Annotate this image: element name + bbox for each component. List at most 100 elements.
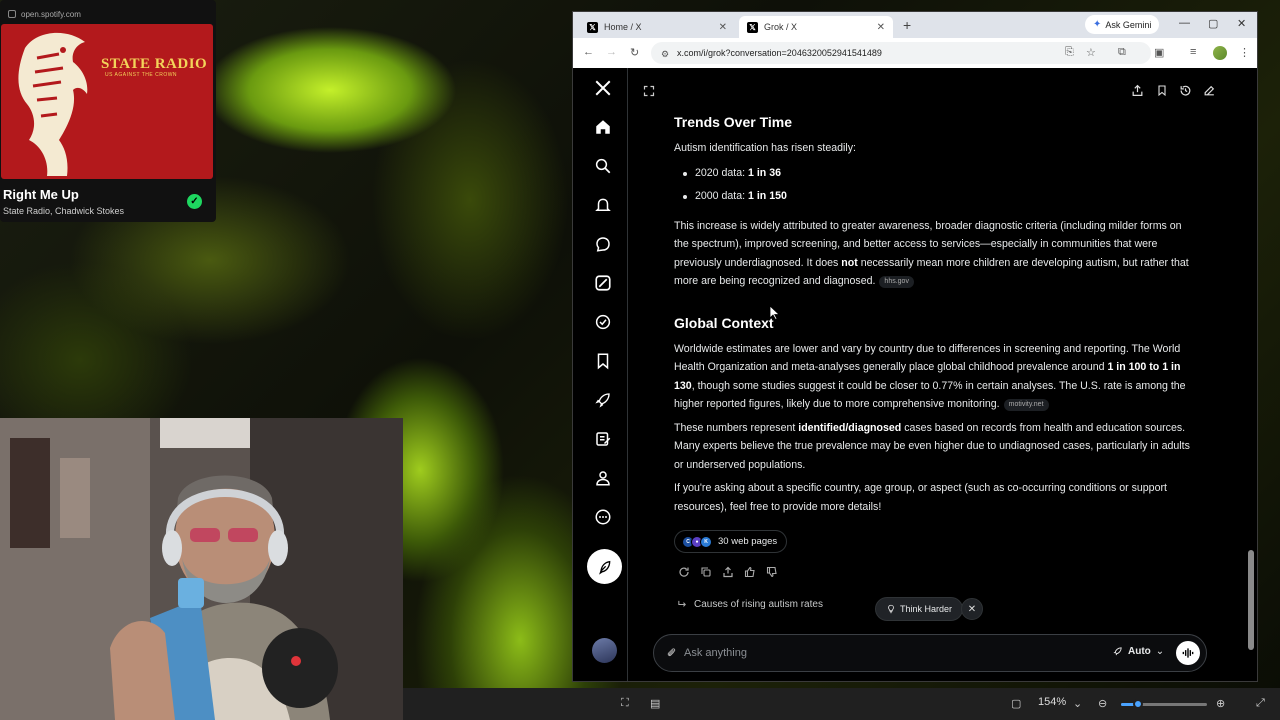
scrollbar-thumb[interactable] <box>1248 550 1254 650</box>
copy-icon[interactable] <box>699 565 712 578</box>
ask-input[interactable] <box>684 644 1064 662</box>
bullet-label: 2000 data: <box>695 190 749 202</box>
x-logo-icon[interactable] <box>591 76 615 100</box>
close-window-button[interactable]: ✕ <box>1237 17 1246 30</box>
share-icon[interactable] <box>721 565 734 578</box>
site-settings-icon[interactable]: ⚙ <box>661 49 669 60</box>
profile-avatar[interactable] <box>1213 46 1227 60</box>
horse-illustration <box>18 32 88 176</box>
thumbs-down-icon[interactable] <box>765 565 778 578</box>
site-info-icon <box>8 10 16 18</box>
checkmark-icon[interactable]: ✓ <box>187 194 202 209</box>
feather-icon <box>598 560 610 575</box>
zoom-level[interactable]: 154% <box>1038 696 1066 708</box>
bullet-label: 2020 data: <box>695 166 749 179</box>
rocket-icon <box>1113 647 1122 656</box>
bookmark-star-icon[interactable]: ☆ <box>1086 46 1096 59</box>
section-heading: Global Context <box>674 314 774 331</box>
reload-icon[interactable]: ↻ <box>630 46 639 59</box>
follow-up-arrow-icon <box>678 600 686 607</box>
more-icon[interactable] <box>591 505 615 529</box>
rocket-icon[interactable] <box>591 388 615 412</box>
bullet-value: 1 in 36 <box>748 166 781 179</box>
paragraph: These numbers represent identified/diagn… <box>674 419 1194 475</box>
forward-arrow-icon[interactable]: → <box>606 46 617 58</box>
bookmark-icon[interactable] <box>1156 84 1168 102</box>
new-chat-icon[interactable] <box>1203 84 1216 102</box>
paragraph: If you're asking about a specific countr… <box>674 482 1167 513</box>
close-icon[interactable]: ✕ <box>961 598 983 620</box>
mode-label: Auto <box>1128 646 1151 657</box>
mode-selector[interactable]: Auto ⌄ <box>1112 646 1164 657</box>
thumbs-up-icon[interactable] <box>743 565 756 578</box>
spotify-url-row: open.spotify.com <box>0 0 216 22</box>
chevron-down-icon[interactable]: ⌄ <box>1073 697 1082 710</box>
tab-label: Home / X <box>604 22 642 32</box>
avatar[interactable] <box>592 638 617 663</box>
sidebar-icon[interactable]: ▣ <box>1154 46 1164 59</box>
zoom-in-icon[interactable]: ⊕ <box>1216 697 1225 710</box>
citation-chip[interactable]: hhs.gov <box>879 276 914 288</box>
reading-list-icon[interactable]: ≡ <box>1190 46 1196 58</box>
new-tab-button[interactable]: + <box>903 17 911 33</box>
album-art[interactable]: STATE RADIO US AGAINST THE CROWN <box>1 24 213 179</box>
messages-icon[interactable] <box>591 232 615 256</box>
spotify-miniplayer: open.spotify.com STATE RADIO US AGAINST … <box>0 0 216 222</box>
minimize-button[interactable]: — <box>1179 17 1190 29</box>
sources-label: 30 web pages <box>718 536 778 547</box>
history-icon[interactable] <box>1179 84 1192 102</box>
ask-gemini-button[interactable]: ✦ Ask Gemini <box>1085 15 1160 34</box>
url-field[interactable]: x.com/i/grok?conversation=20463200529415… <box>651 42 1151 64</box>
close-icon[interactable]: ✕ <box>719 22 727 33</box>
scrollbar[interactable] <box>1248 70 1254 680</box>
suggested-followup[interactable]: Causes of rising autism rates <box>677 599 823 610</box>
expand-icon[interactable] <box>643 84 655 102</box>
tab-label: Grok / X <box>764 22 798 32</box>
install-app-icon[interactable]: ⎘ <box>1065 46 1074 59</box>
zoom-slider-knob[interactable] <box>1133 699 1144 709</box>
profile-icon[interactable] <box>591 466 615 490</box>
communities-icon[interactable] <box>591 310 615 334</box>
grok-icon[interactable] <box>591 271 615 295</box>
maximize-button[interactable]: ▢ <box>1208 17 1218 30</box>
bookmarks-icon[interactable] <box>591 349 615 373</box>
chevron-down-icon: ⌄ <box>1155 646 1165 657</box>
paragraph: This increase is widely attributed to gr… <box>674 217 1194 291</box>
text-run: These numbers represent <box>674 421 799 434</box>
articles-icon[interactable] <box>591 427 615 451</box>
compose-post-button[interactable] <box>587 549 622 584</box>
tab-strip: 𝕏 Home / X ✕ 𝕏 Grok / X ✕ + ✦ Ask Gemini… <box>573 12 1257 38</box>
citation-chip[interactable]: motivity.net <box>1003 399 1049 411</box>
close-icon[interactable]: ✕ <box>877 22 885 33</box>
zoom-slider[interactable] <box>1121 699 1207 709</box>
tab-home-x[interactable]: 𝕏 Home / X ✕ <box>579 16 735 38</box>
home-icon[interactable] <box>591 115 615 139</box>
webcam-feed <box>0 418 403 720</box>
web-sources-button[interactable]: C ● K 30 web pages <box>674 530 788 553</box>
search-icon[interactable] <box>591 154 615 178</box>
track-title[interactable]: Right Me Up <box>3 187 79 202</box>
tab-grok-x[interactable]: 𝕏 Grok / X ✕ <box>739 16 893 38</box>
waveform-icon <box>1182 648 1194 658</box>
notifications-bell-icon[interactable] <box>591 193 615 217</box>
paragraph: Worldwide estimates are lower and vary b… <box>674 340 1194 414</box>
screenshot-icon[interactable]: ⛶ <box>621 697 629 710</box>
attach-icon[interactable] <box>666 646 677 664</box>
voice-mode-button[interactable] <box>1176 641 1200 665</box>
track-artists[interactable]: State Radio, Chadwick Stokes <box>3 206 124 216</box>
grok-response: Trends Over Time Autism identification h… <box>674 112 1194 516</box>
spotify-url: open.spotify.com <box>21 9 81 19</box>
menu-dots-icon[interactable]: ⋮ <box>1239 46 1250 59</box>
think-harder-button[interactable]: Think Harder <box>875 597 964 621</box>
expand-icon[interactable]: ⤢ <box>1256 697 1265 710</box>
extensions-icon[interactable]: ⧉ <box>1118 46 1126 59</box>
url-text[interactable]: x.com/i/grok?conversation=20463200529415… <box>677 48 882 58</box>
text-select-icon[interactable]: ▤ <box>650 697 660 710</box>
regenerate-icon[interactable] <box>677 565 690 578</box>
share-icon[interactable] <box>1131 84 1144 102</box>
fit-screen-icon[interactable]: ▢ <box>1011 697 1021 710</box>
zoom-out-icon[interactable]: ⊖ <box>1098 697 1107 710</box>
source-favicons: C ● K <box>682 535 712 548</box>
back-arrow-icon[interactable]: ← <box>583 46 594 58</box>
address-bar-row: ← → ↻ x.com/i/grok?conversation=20463200… <box>573 38 1257 68</box>
